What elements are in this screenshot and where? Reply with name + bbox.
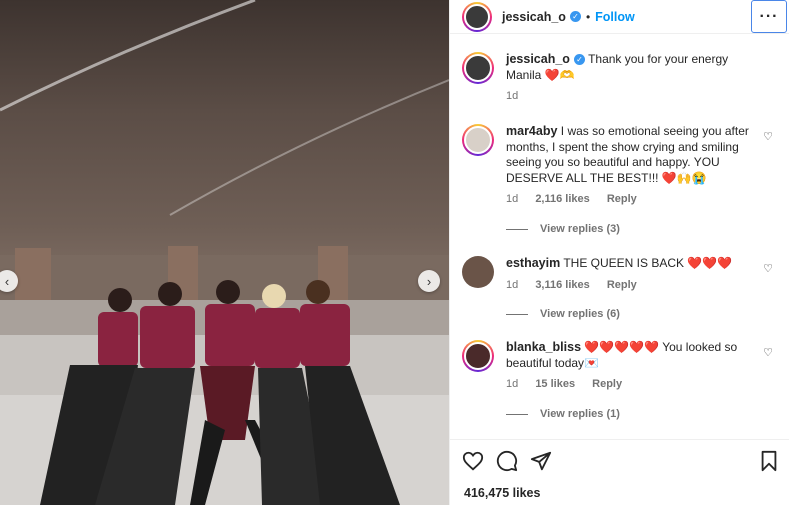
comment-item: blanka_bliss ❤️❤️❤️❤️❤️ You looked so be… [462, 340, 781, 422]
comment-bubble-icon[interactable] [496, 450, 518, 472]
like-comment-heart-icon[interactable]: ♡ [763, 262, 773, 275]
view-replies-button[interactable]: View replies (6) [506, 307, 766, 323]
comment-item: mar4aby I was so emotional seeing you af… [462, 124, 781, 237]
comment-avatar[interactable] [462, 340, 494, 372]
paper-plane-icon[interactable] [530, 450, 552, 472]
view-replies-label: View replies (6) [540, 308, 620, 320]
like-comment-heart-icon[interactable]: ♡ [763, 346, 773, 359]
comment-username[interactable]: mar4aby [506, 124, 557, 138]
comment-meta: 1d 15 likes Reply [506, 377, 766, 393]
comment-avatar[interactable] [462, 52, 494, 84]
comment-avatar[interactable] [462, 124, 494, 156]
comments-list[interactable]: jessicah_o ✓ Thank you for your energy Ma… [450, 34, 789, 439]
comment-meta: 1d 2,116 likes Reply [506, 192, 766, 208]
post-image: ‹ › [0, 0, 449, 505]
post-header: jessicah_o ✓ • Follow ··· [450, 0, 789, 34]
more-options-button[interactable]: ··· [751, 0, 787, 33]
comment-text: THE QUEEN IS BACK ❤️❤️❤️ [563, 256, 733, 270]
comment-username[interactable]: blanka_bliss [506, 340, 581, 354]
author-avatar[interactable] [462, 1, 492, 32]
heart-icon[interactable] [462, 450, 484, 472]
view-replies-button[interactable]: View replies (1) [506, 407, 766, 423]
post-actions: 416,475 likes [450, 439, 789, 505]
comment-meta: 1d [506, 89, 766, 105]
reply-button[interactable]: Reply [607, 193, 637, 205]
comment-time: 1d [506, 378, 519, 390]
comment-time: 1d [506, 90, 519, 102]
concert-photo [0, 0, 449, 505]
view-replies-label: View replies (3) [540, 222, 620, 235]
follow-button[interactable]: Follow [595, 10, 635, 24]
comment-likes[interactable]: 3,116 likes [535, 279, 589, 291]
view-replies-label: View replies (1) [540, 407, 620, 420]
verified-badge-icon: ✓ [569, 11, 581, 22]
author-username[interactable]: jessicah_o [502, 10, 566, 24]
verified-badge-icon: ✓ [573, 54, 585, 65]
bookmark-icon[interactable] [759, 450, 779, 472]
comment-meta: 1d 3,116 likes Reply [506, 278, 766, 294]
post-side-panel: jessicah_o ✓ • Follow ··· jessicah_o ✓ Th… [449, 0, 789, 505]
post-likes-count[interactable]: 416,475 likes [464, 486, 540, 500]
comment-username[interactable]: esthayim [506, 256, 560, 270]
comment-username[interactable]: jessicah_o [506, 52, 570, 66]
reply-button[interactable]: Reply [607, 279, 637, 291]
comment-item: esthayim THE QUEEN IS BACK ❤️❤️❤️ 1d 3,1… [462, 256, 781, 323]
comment-avatar[interactable] [462, 256, 494, 288]
reply-button[interactable]: Reply [592, 378, 622, 390]
like-comment-heart-icon[interactable]: ♡ [763, 130, 773, 143]
separator-dot: • [585, 9, 591, 24]
view-replies-button[interactable]: View replies (3) [506, 222, 766, 238]
comment-likes[interactable]: 15 likes [535, 378, 575, 390]
next-image-button[interactable]: › [418, 270, 440, 292]
comment-time: 1d [506, 278, 519, 291]
caption-comment: jessicah_o ✓ Thank you for your energy Ma… [462, 52, 781, 105]
comment-likes[interactable]: 2,116 likes [535, 193, 589, 205]
comment-time: 1d [506, 193, 519, 205]
action-bar [462, 450, 779, 474]
